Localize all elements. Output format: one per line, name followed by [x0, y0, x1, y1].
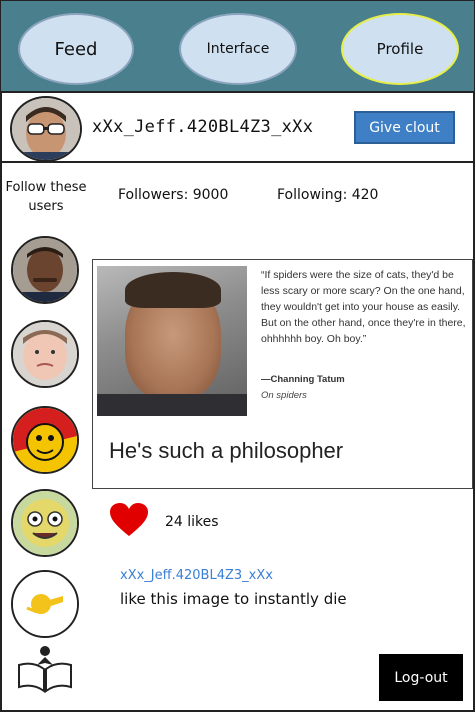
follow-suggestions-heading: Follow these users [5, 180, 87, 214]
comment-text: like this image to instantly die [120, 590, 347, 608]
followers-count: Followers: 9000 [118, 187, 229, 203]
book-logo-icon[interactable] [15, 643, 75, 693]
suggested-user-avatar[interactable] [11, 570, 79, 638]
suggested-user-avatar[interactable] [11, 406, 79, 474]
post-image [97, 266, 247, 416]
profile-avatar-image [12, 98, 80, 160]
suggested-user-avatar[interactable] [11, 236, 79, 304]
profile-header: xXx_Jeff.420BL4Z3_xXx Give clout [1, 93, 474, 163]
post-quote-author: —Channing Tatum [261, 374, 345, 385]
following-count: Following: 420 [277, 187, 379, 203]
top-nav: Feed Interface Profile [1, 1, 474, 93]
suggested-user-avatar[interactable] [11, 320, 79, 388]
post-quote: “If spiders were the size of cats, they'… [261, 269, 466, 345]
nav-profile-button[interactable]: Profile [341, 13, 459, 85]
post-quote-source: On spiders [261, 390, 307, 401]
nav-interface-button[interactable]: Interface [179, 13, 297, 85]
suggested-user-image [13, 408, 77, 472]
suggested-user-image [13, 572, 77, 636]
suggested-user-image [13, 322, 77, 386]
likes-count: 24 likes [165, 514, 219, 530]
comment-username-link[interactable]: xXx_Jeff.420BL4Z3_xXx [120, 568, 273, 583]
post-card[interactable]: “If spiders were the size of cats, they'… [92, 259, 473, 489]
profile-username: xXx_Jeff.420BL4Z3_xXx [92, 117, 314, 137]
suggested-user-avatar[interactable] [11, 489, 79, 557]
suggested-user-image [13, 491, 77, 555]
profile-avatar[interactable] [10, 96, 82, 162]
like-heart-icon[interactable] [110, 503, 148, 537]
suggested-user-image [13, 238, 77, 302]
post-caption: He's such a philosopher [109, 438, 344, 463]
logout-button[interactable]: Log-out [379, 654, 463, 701]
nav-feed-button[interactable]: Feed [18, 13, 134, 85]
give-clout-button[interactable]: Give clout [354, 111, 455, 144]
